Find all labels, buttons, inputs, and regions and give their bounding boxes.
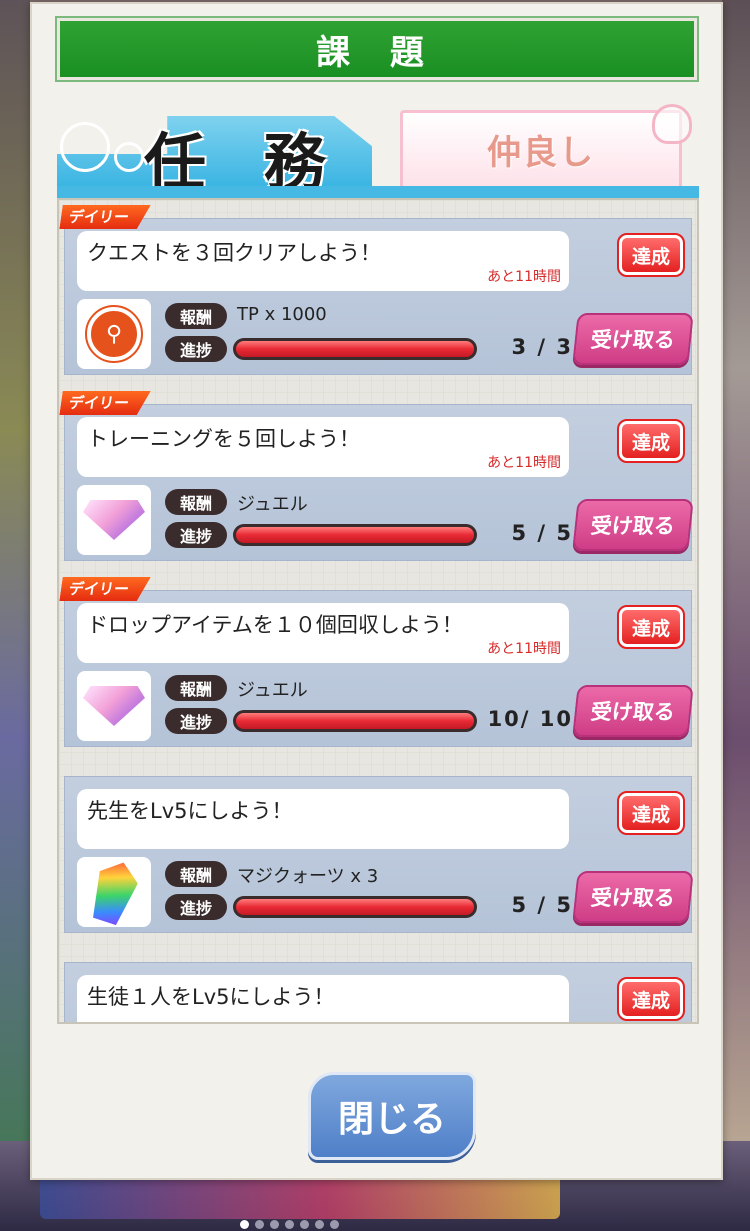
daily-tag: デイリー (59, 577, 150, 601)
target-small-icon (114, 142, 144, 172)
mission-card: デイリー クエストを３回クリアしよう！ あと11時間 達成 ⚲ 報酬 TP x 1000 進捗… (64, 218, 694, 375)
progress-count: 3 / 3 (511, 335, 573, 359)
achieved-badge: 達成 (617, 419, 685, 463)
achieved-badge: 達成 (617, 233, 685, 277)
reward-value: ジュエル (237, 494, 308, 515)
claim-button[interactable]: 受け取る (572, 685, 694, 737)
progress-bar-fill (236, 341, 474, 357)
tp-icon: ⚲ (85, 305, 143, 363)
background-right (722, 0, 750, 1231)
background-left (0, 0, 30, 1231)
progress-label: 進捗 (165, 522, 227, 548)
reward-label: 報酬 (165, 489, 227, 515)
mission-name: トレーニングを５回しよう！ (87, 427, 360, 451)
progress-bar-fill (236, 713, 474, 729)
tab-friendship[interactable]: 仲良し (400, 110, 682, 186)
pager-dot (300, 1220, 309, 1229)
mission-text-box: 生徒１人をLv5にしよう！ (77, 975, 569, 1022)
reward-value: マジクォーツ x 3 (237, 866, 379, 887)
daily-tag: デイリー (59, 391, 150, 415)
mission-name: ドロップアイテムを１０個回収しよう！ (87, 613, 463, 637)
dialog-title: 課 題 (55, 16, 699, 82)
claim-button[interactable]: 受け取る (572, 313, 694, 365)
achieved-badge: 達成 (617, 791, 685, 835)
mission-text-box: クエストを３回クリアしよう！ あと11時間 (77, 231, 569, 291)
jewel-icon (83, 500, 145, 540)
mission-card: 生徒１人をLv5にしよう！ 達成 (64, 962, 692, 1022)
magic-quartz-icon (85, 856, 142, 927)
pager-dot (315, 1220, 324, 1229)
progress-count: 5 / 5 (511, 893, 573, 917)
time-remaining: あと11時間 (487, 455, 561, 471)
daily-tag: デイリー (59, 205, 150, 229)
target-icon (60, 122, 110, 172)
progress-label: 進捗 (165, 894, 227, 920)
claim-button[interactable]: 受け取る (572, 499, 694, 551)
pager-dot (285, 1220, 294, 1229)
claim-button[interactable]: 受け取る (572, 871, 694, 923)
mission-name: 生徒１人をLv5にしよう！ (87, 985, 335, 1009)
time-remaining: あと11時間 (487, 269, 561, 285)
reward-value: TP x 1000 (237, 304, 327, 325)
close-button[interactable]: 閉じる (308, 1072, 476, 1160)
pager-dot (330, 1220, 339, 1229)
mission-name: クエストを３回クリアしよう！ (87, 241, 381, 265)
progress-count: 5 / 5 (511, 521, 573, 545)
heart-icon (652, 104, 692, 144)
mission-name: 先生をLv5にしよう！ (87, 799, 293, 823)
reward-icon-box (77, 485, 151, 555)
reward-icon-box (77, 857, 151, 927)
banner-pager (240, 1220, 339, 1229)
pager-dot (270, 1220, 279, 1229)
progress-bar-fill (236, 527, 474, 543)
progress-label: 進捗 (165, 708, 227, 734)
time-remaining: あと11時間 (487, 641, 561, 657)
progress-bar (233, 338, 477, 360)
jewel-icon (83, 686, 145, 726)
pager-dot (240, 1220, 249, 1229)
progress-bar (233, 896, 477, 918)
progress-bar (233, 710, 477, 732)
mission-card: デイリー トレーニングを５回しよう！ あと11時間 達成 報酬 ジュエル 進捗 5 / 5 受け… (64, 404, 694, 561)
tab-underline (57, 186, 699, 198)
reward-label: 報酬 (165, 861, 227, 887)
mission-dialog: 課 題 任 務 仲良し デイリー クエストを３回クリアしよう！ あと11時間 達成 ⚲ 報… (30, 2, 723, 1180)
mission-text-box: トレーニングを５回しよう！ あと11時間 (77, 417, 569, 477)
reward-icon-box: ⚲ (77, 299, 151, 369)
reward-label: 報酬 (165, 303, 227, 329)
mission-text-box: ドロップアイテムを１０個回収しよう！ あと11時間 (77, 603, 569, 663)
progress-label: 進捗 (165, 336, 227, 362)
progress-count: 10/ 10 (487, 707, 573, 731)
mission-list[interactable]: デイリー クエストを３回クリアしよう！ あと11時間 達成 ⚲ 報酬 TP x 1000 進捗… (57, 198, 699, 1024)
reward-icon-box (77, 671, 151, 741)
mission-card: 先生をLv5にしよう！ 達成報酬 マジクォーツ x 3 進捗 5 / 5 受け取る (64, 776, 694, 933)
reward-label: 報酬 (165, 675, 227, 701)
progress-bar (233, 524, 477, 546)
mission-text-box: 先生をLv5にしよう！ (77, 789, 569, 849)
reward-value: ジュエル (237, 680, 308, 701)
mission-card: デイリー ドロップアイテムを１０個回収しよう！ あと11時間 達成 報酬 ジュエル 進捗 10… (64, 590, 694, 747)
achieved-badge: 達成 (617, 977, 685, 1021)
progress-bar-fill (236, 899, 474, 915)
pager-dot (255, 1220, 264, 1229)
achieved-badge: 達成 (617, 605, 685, 649)
